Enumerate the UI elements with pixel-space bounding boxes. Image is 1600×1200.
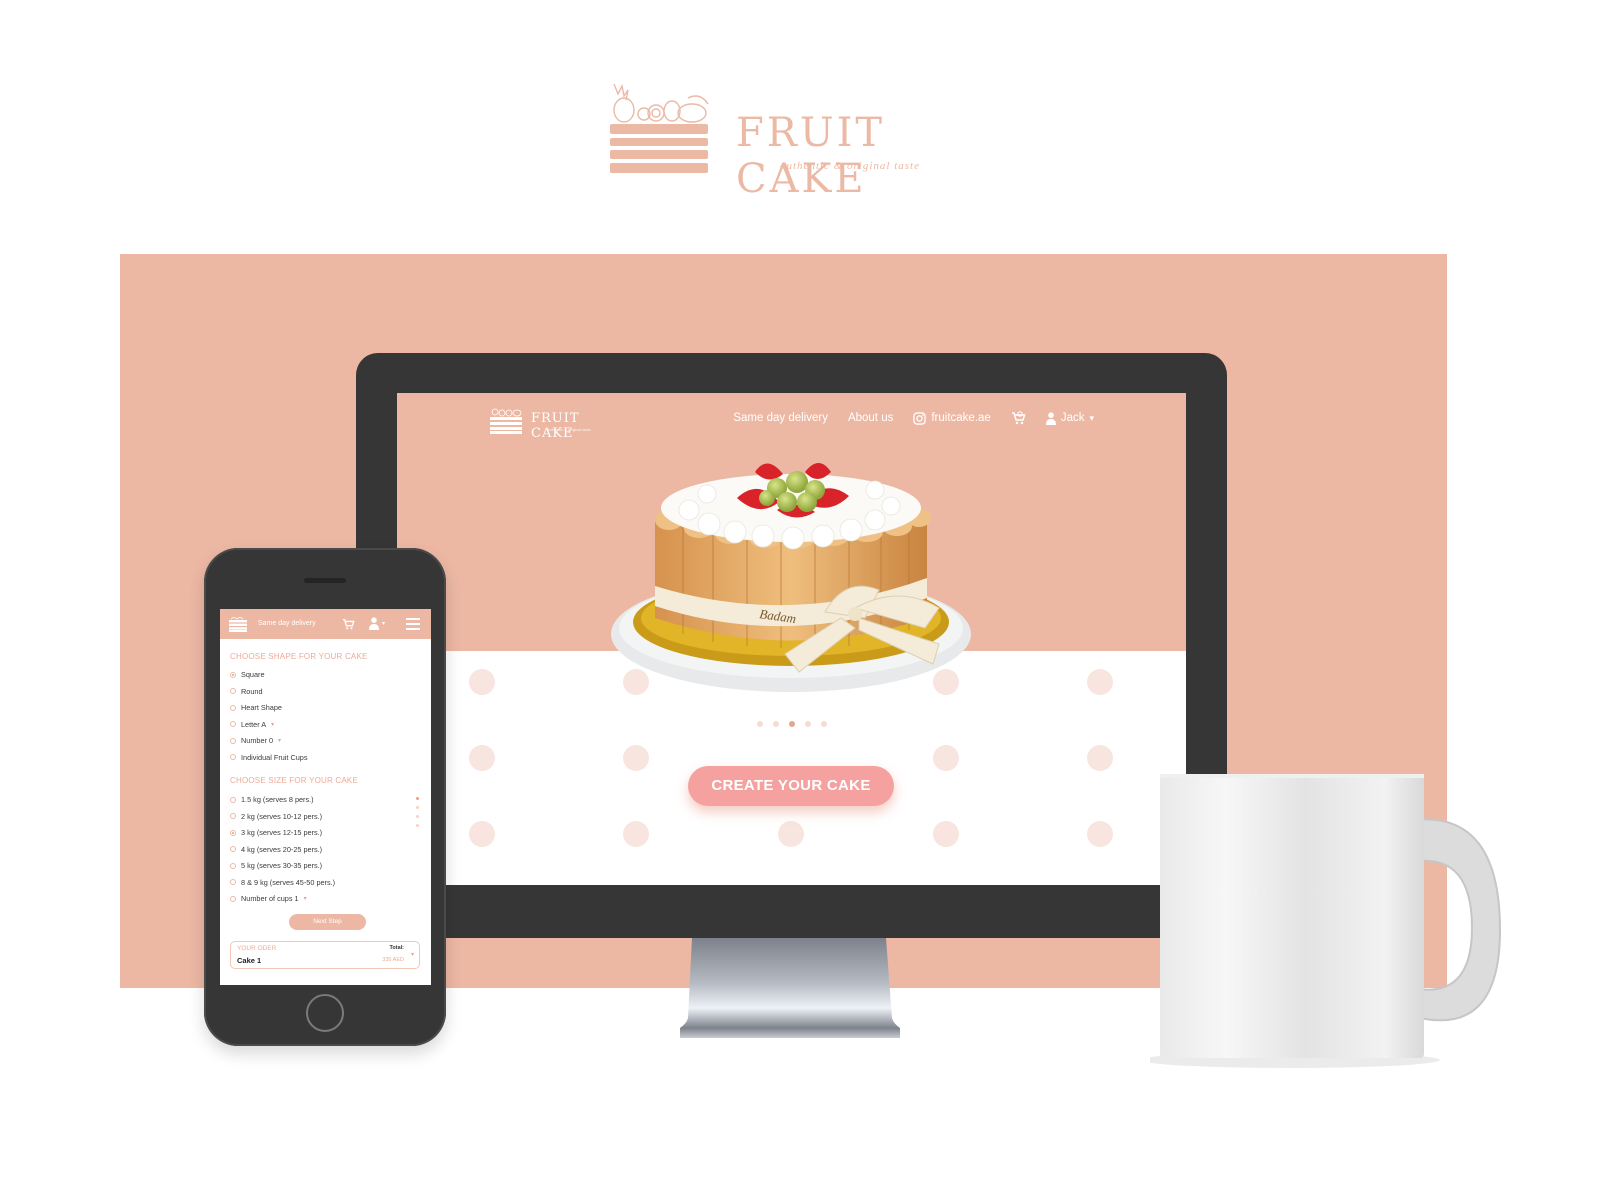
- radio-button[interactable]: [230, 829, 236, 836]
- radio-option[interactable]: Square: [230, 670, 265, 679]
- order-total-label: Total:: [389, 945, 404, 951]
- radio-option[interactable]: 8 & 9 kg (serves 45-50 pers.): [230, 878, 335, 887]
- radio-button[interactable]: [230, 796, 236, 803]
- radio-option[interactable]: 5 kg (serves 30-35 pers.): [230, 861, 322, 870]
- radio-label: Number 0: [241, 736, 274, 745]
- nav-link-same-day-delivery[interactable]: Same day delivery: [733, 412, 828, 424]
- radio-option[interactable]: Number of cups 1 ▾: [230, 894, 307, 903]
- radio-label: 4 kg (serves 20-25 pers.): [241, 844, 323, 854]
- user-icon: [1045, 411, 1056, 425]
- create-your-cake-button[interactable]: CREATE YOUR CAKE: [688, 766, 894, 806]
- radio-label: 1.5 kg (serves 8 pers.): [241, 795, 314, 804]
- nav-logo-tagline: authentic & original taste: [547, 427, 591, 432]
- chevron-down-icon[interactable]: ▾: [411, 951, 414, 958]
- next-step-button[interactable]: Next Step: [289, 914, 366, 930]
- hero-carousel-indicators: [757, 721, 827, 727]
- user-menu[interactable]: Jack ▾: [1045, 411, 1094, 425]
- shape-section-title: CHOOSE SHAPE FOR YOUR CAKE: [230, 652, 368, 661]
- radio-option[interactable]: Letter A ▾: [230, 720, 274, 729]
- coffee-mug: [1150, 774, 1502, 1068]
- radio-label: 8 & 9 kg (serves 45-50 pers.): [241, 877, 336, 887]
- mobile-screen: Same day delivery ▾ CHOOSE SHAPE FOR YOU…: [220, 609, 431, 985]
- radio-option[interactable]: 3 kg (serves 12-15 pers.): [230, 828, 322, 837]
- monitor-stand: [680, 938, 900, 1038]
- radio-button[interactable]: [230, 737, 236, 744]
- brand-logo: FRUIT CAKE authentic & original taste: [608, 80, 968, 202]
- radio-button[interactable]: [230, 879, 236, 885]
- chevron-down-icon: ▾: [382, 621, 386, 627]
- radio-option[interactable]: Individual Fruit Cups: [230, 753, 308, 762]
- nav-link-about-us[interactable]: About us: [848, 412, 893, 424]
- chevron-down-icon[interactable]: ▾: [278, 737, 281, 744]
- radio-label: 3 kg (serves 12-15 pers.): [241, 828, 323, 837]
- user-name: Jack: [1060, 412, 1085, 424]
- size-scroll-indicator[interactable]: [416, 797, 419, 827]
- radio-button[interactable]: [230, 721, 236, 727]
- user-menu[interactable]: ▾: [369, 617, 385, 630]
- radio-button[interactable]: [230, 671, 236, 678]
- radio-button[interactable]: [230, 754, 236, 760]
- radio-button[interactable]: [230, 704, 236, 711]
- radio-button[interactable]: [230, 895, 236, 902]
- user-icon: [369, 617, 379, 630]
- radio-option[interactable]: Number 0 ▾: [230, 736, 281, 745]
- hamburger-menu-icon[interactable]: [406, 618, 420, 630]
- desktop-screen: FRUIT CAKE authentic & original taste Sa…: [397, 393, 1186, 885]
- cart-icon[interactable]: [342, 618, 355, 630]
- cake-logo-icon[interactable]: [229, 616, 247, 632]
- instagram-handle: fruitcake.ae: [931, 412, 991, 424]
- chevron-down-icon[interactable]: ▾: [304, 895, 307, 902]
- radio-button[interactable]: [230, 688, 236, 694]
- size-section-title: CHOOSE SIZE FOR YOUR CAKE: [230, 776, 358, 785]
- carousel-dot[interactable]: [789, 721, 795, 727]
- nav-link-instagram[interactable]: fruitcake.ae: [913, 411, 991, 425]
- cart-button[interactable]: [1011, 411, 1026, 425]
- carousel-dot[interactable]: [821, 721, 827, 727]
- radio-label: Square: [241, 670, 265, 679]
- radio-button[interactable]: [230, 862, 236, 869]
- chevron-down-icon[interactable]: ▾: [271, 721, 274, 728]
- carousel-dot[interactable]: [773, 721, 779, 727]
- radio-option[interactable]: Heart Shape: [230, 703, 282, 712]
- cake-logo-icon: [610, 83, 709, 173]
- cake-logo-icon: [490, 408, 522, 434]
- desktop-navbar: FRUIT CAKE authentic & original taste Sa…: [397, 393, 1186, 445]
- order-title: YOUR ODER: [237, 945, 277, 952]
- radio-option[interactable]: Round: [230, 687, 263, 696]
- radio-label: Heart Shape: [241, 703, 282, 712]
- order-total-value: 335 AED: [382, 957, 404, 963]
- nav-links: Same day delivery About us fruitcake.ae: [733, 411, 1094, 425]
- phone-speaker: [304, 578, 346, 583]
- carousel-dot[interactable]: [757, 721, 763, 727]
- radio-label: 5 kg (serves 30-35 pers.): [241, 861, 323, 870]
- phone-home-button[interactable]: [306, 994, 344, 1032]
- radio-option[interactable]: 4 kg (serves 20-25 pers.): [230, 845, 322, 854]
- radio-button[interactable]: [230, 813, 236, 819]
- brand-tagline: authentic & original taste: [780, 160, 920, 172]
- brand-name: FRUIT CAKE: [736, 110, 886, 202]
- carousel-dot[interactable]: [805, 721, 811, 727]
- nav-link-same-day-delivery[interactable]: Same day delivery: [258, 620, 316, 627]
- mobile-navbar: Same day delivery ▾: [220, 609, 431, 639]
- radio-button[interactable]: [230, 846, 236, 852]
- fruit-cake-photo: Badam: [611, 463, 971, 692]
- radio-label: Number of cups 1: [241, 894, 299, 903]
- radio-label: Round: [241, 686, 263, 696]
- cart-icon: [1011, 411, 1026, 425]
- nav-logo-name: FRUIT CAKE: [531, 411, 580, 441]
- radio-label: 2 kg (serves 10-12 pers.): [241, 811, 323, 821]
- order-item: Cake 1: [237, 956, 262, 965]
- instagram-icon: [913, 411, 927, 425]
- radio-label: Individual Fruit Cups: [241, 752, 308, 762]
- radio-option[interactable]: 1.5 kg (serves 8 pers.): [230, 795, 314, 804]
- radio-option[interactable]: 2 kg (serves 10-12 pers.): [230, 812, 322, 821]
- order-summary[interactable]: YOUR ODER Cake 1 Total: 335 AED ▾: [230, 941, 420, 969]
- chevron-down-icon: ▾: [1089, 412, 1094, 423]
- radio-label: Letter A: [241, 719, 267, 729]
- nav-logo[interactable]: FRUIT CAKE authentic & original taste: [489, 403, 619, 441]
